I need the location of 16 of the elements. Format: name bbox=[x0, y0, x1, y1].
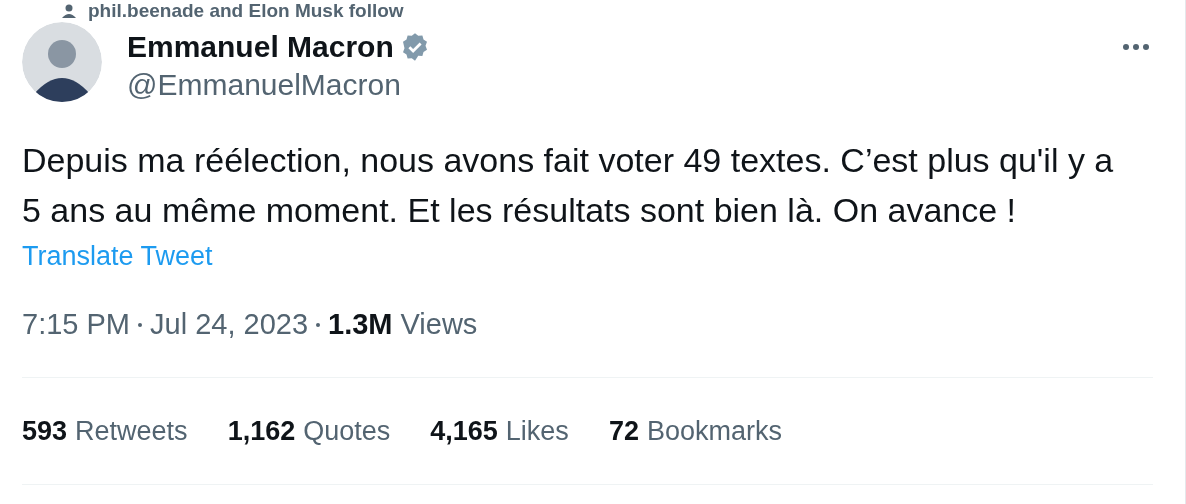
tweet-text: Depuis ma réélection, nous avons fait voter 49 textes. C’est plus qu'il y a bbox=[22, 140, 1114, 181]
person-icon bbox=[62, 4, 76, 18]
stat-link[interactable]: 72 Bookmarks bbox=[608, 416, 782, 446]
avatar[interactable] bbox=[22, 22, 102, 102]
more-icon bbox=[1123, 44, 1149, 50]
stat-link[interactable]: 593 Retweets bbox=[22, 416, 188, 446]
tweet-time[interactable]: 7:15 PM bbox=[22, 303, 130, 347]
author-name[interactable]: Emmanuel Macron bbox=[127, 29, 394, 65]
stat-link[interactable]: 4,165 Likes bbox=[430, 416, 569, 446]
tweet-text: 5 ans au même moment. Et les résultats sont bien là. On avance ! bbox=[22, 190, 1017, 231]
stat-link[interactable]: 1,162 Quotes bbox=[227, 416, 391, 446]
views-label: Views bbox=[400, 307, 478, 343]
tweet-date[interactable]: Jul 24, 2023 bbox=[150, 303, 308, 347]
social-context: phil.beenade and Elon Musk follow bbox=[88, 0, 404, 22]
author-handle[interactable]: @EmmanuelMacron bbox=[127, 67, 1119, 103]
views-count: 1.3M bbox=[328, 307, 393, 343]
